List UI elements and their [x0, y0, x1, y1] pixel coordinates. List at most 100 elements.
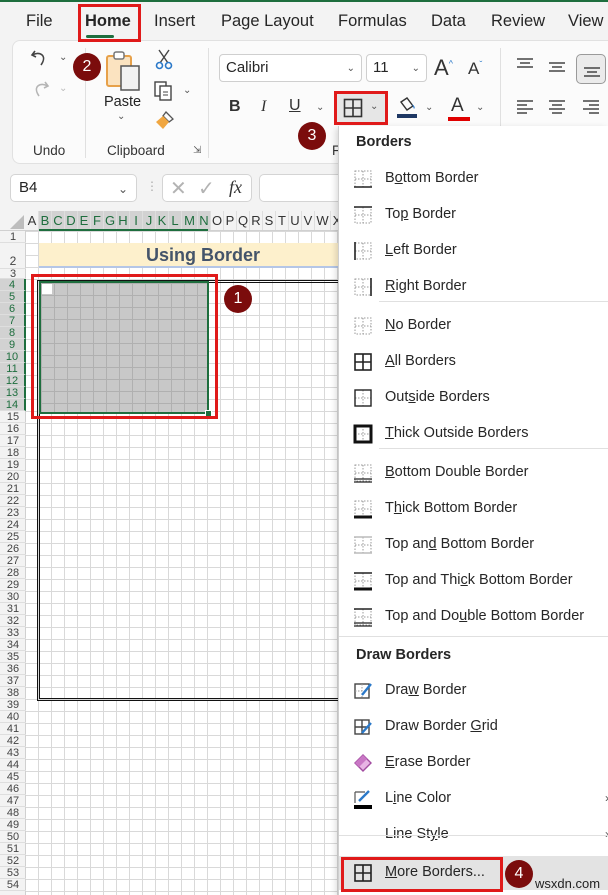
menu-item-right-border[interactable]: Right Border — [339, 270, 608, 304]
column-header-g[interactable]: G — [104, 211, 117, 230]
row-header-3[interactable]: 3 — [0, 269, 26, 279]
fill-color-dropdown-chevron-icon[interactable]: ⌄ — [425, 102, 433, 113]
row-header-25[interactable]: 25 — [0, 531, 26, 543]
row-header-54[interactable]: 54 — [0, 879, 26, 891]
row-header-48[interactable]: 48 — [0, 807, 26, 819]
row-header-40[interactable]: 40 — [0, 711, 26, 723]
column-header-v[interactable]: V — [302, 211, 315, 230]
menu-item-draw-border[interactable]: Draw Border — [339, 674, 608, 708]
menu-item-all-borders[interactable]: All Borders — [339, 345, 608, 379]
scissors-icon[interactable] — [154, 48, 174, 70]
menu-item-bottom-border[interactable]: Bottom Border — [339, 162, 608, 196]
menu-item-no-border[interactable]: No Border — [339, 309, 608, 343]
row-header-24[interactable]: 24 — [0, 519, 26, 531]
column-header-h[interactable]: H — [117, 211, 130, 230]
formula-bar-resize-handle[interactable]: ⋮ — [146, 179, 158, 193]
tab-view[interactable]: View — [568, 12, 603, 31]
row-header-27[interactable]: 27 — [0, 555, 26, 567]
title-cell[interactable]: Using Border — [39, 243, 340, 268]
menu-item-draw-border-grid[interactable]: Draw Border Grid — [339, 710, 608, 744]
bold-button[interactable]: B — [229, 98, 241, 116]
row-header-41[interactable]: 41 — [0, 723, 26, 735]
row-header-9[interactable]: 9 — [0, 339, 26, 351]
confirm-entry-icon[interactable]: ✓ — [198, 176, 215, 201]
column-header-w[interactable]: W — [315, 211, 331, 230]
menu-item-line-color[interactable]: Line Color› — [339, 782, 608, 816]
column-header-t[interactable]: T — [276, 211, 289, 230]
column-header-e[interactable]: E — [78, 211, 91, 230]
row-header-37[interactable]: 37 — [0, 675, 26, 687]
menu-item-erase-border[interactable]: Erase Border — [339, 746, 608, 780]
row-header-22[interactable]: 22 — [0, 495, 26, 507]
row-header-8[interactable]: 8 — [0, 327, 26, 339]
chevron-down-icon[interactable]: ⌄ — [118, 182, 128, 196]
row-header-10[interactable]: 10 — [0, 351, 26, 363]
row-header-52[interactable]: 52 — [0, 855, 26, 867]
row-header-13[interactable]: 13 — [0, 387, 26, 399]
underline-dropdown-chevron-icon[interactable]: ⌄ — [316, 102, 324, 113]
column-header-q[interactable]: Q — [237, 211, 250, 230]
column-header-l[interactable]: L — [169, 211, 182, 230]
cancel-entry-icon[interactable]: ✕ — [170, 176, 187, 201]
menu-item-left-border[interactable]: Left Border — [339, 234, 608, 268]
column-header-c[interactable]: C — [52, 211, 65, 230]
row-header-34[interactable]: 34 — [0, 639, 26, 651]
row-header-38[interactable]: 38 — [0, 687, 26, 699]
row-header-30[interactable]: 30 — [0, 591, 26, 603]
format-painter-icon[interactable] — [153, 110, 175, 132]
row-header-43[interactable]: 43 — [0, 747, 26, 759]
copy-dropdown-chevron-icon[interactable]: ⌄ — [183, 85, 191, 96]
tab-file[interactable]: File — [26, 12, 53, 31]
menu-item-top-and-bottom-border[interactable]: Top and Bottom Border — [339, 528, 608, 562]
menu-item-bottom-double-border[interactable]: Bottom Double Border — [339, 456, 608, 490]
tab-data[interactable]: Data — [431, 12, 466, 31]
row-header-31[interactable]: 31 — [0, 603, 26, 615]
row-header-47[interactable]: 47 — [0, 795, 26, 807]
paste-dropdown-chevron-icon[interactable]: ⌄ — [117, 111, 125, 122]
undo-icon[interactable] — [28, 46, 52, 70]
row-header-51[interactable]: 51 — [0, 843, 26, 855]
row-header-39[interactable]: 39 — [0, 699, 26, 711]
menu-item-thick-bottom-border[interactable]: Thick Bottom Border — [339, 492, 608, 526]
column-header-r[interactable]: R — [250, 211, 263, 230]
row-header-26[interactable]: 26 — [0, 543, 26, 555]
column-header-u[interactable]: U — [289, 211, 302, 230]
italic-button[interactable]: I — [261, 98, 266, 116]
column-header-b[interactable]: B — [39, 211, 52, 230]
row-header-29[interactable]: 29 — [0, 579, 26, 591]
column-header-o[interactable]: O — [211, 211, 224, 230]
row-header-5[interactable]: 5 — [0, 291, 26, 303]
row-header-46[interactable]: 46 — [0, 783, 26, 795]
top-align-icon[interactable] — [514, 56, 536, 74]
menu-item-thick-outside-borders[interactable]: Thick Outside Borders — [339, 417, 608, 451]
menu-item-top-border[interactable]: Top Border — [339, 198, 608, 232]
column-header-s[interactable]: S — [263, 211, 276, 230]
menu-item-top-and-thick-bottom-border[interactable]: Top and Thick Bottom Border — [339, 564, 608, 598]
paste-button[interactable]: Paste — [104, 94, 141, 110]
name-box[interactable]: B4 ⌄ — [10, 174, 137, 202]
align-right-icon[interactable] — [580, 98, 602, 116]
copy-icon[interactable] — [152, 79, 174, 103]
row-header-16[interactable]: 16 — [0, 423, 26, 435]
row-header-32[interactable]: 32 — [0, 615, 26, 627]
column-header-d[interactable]: D — [65, 211, 78, 230]
column-header-k[interactable]: K — [156, 211, 169, 230]
row-header-2[interactable]: 2 — [0, 243, 26, 269]
font-color-button[interactable]: A — [448, 95, 470, 121]
row-header-50[interactable]: 50 — [0, 831, 26, 843]
font-name-combo[interactable]: Calibri ⌄ — [219, 54, 362, 82]
row-header-15[interactable]: 15 — [0, 411, 26, 423]
column-header-j[interactable]: J — [143, 211, 156, 230]
column-header-m[interactable]: M — [182, 211, 198, 230]
row-header-21[interactable]: 21 — [0, 483, 26, 495]
row-header-42[interactable]: 42 — [0, 735, 26, 747]
tab-page-layout[interactable]: Page Layout — [221, 12, 314, 31]
undo-dropdown-chevron-icon[interactable]: ⌄ — [59, 52, 67, 63]
align-center-icon[interactable] — [546, 98, 568, 116]
paste-icon[interactable] — [104, 50, 142, 92]
column-header-f[interactable]: F — [91, 211, 104, 230]
row-header-17[interactable]: 17 — [0, 435, 26, 447]
menu-item-top-and-double-bottom-border[interactable]: Top and Double Bottom Border — [339, 600, 608, 634]
row-header-12[interactable]: 12 — [0, 375, 26, 387]
column-header-a[interactable]: A — [26, 211, 39, 230]
